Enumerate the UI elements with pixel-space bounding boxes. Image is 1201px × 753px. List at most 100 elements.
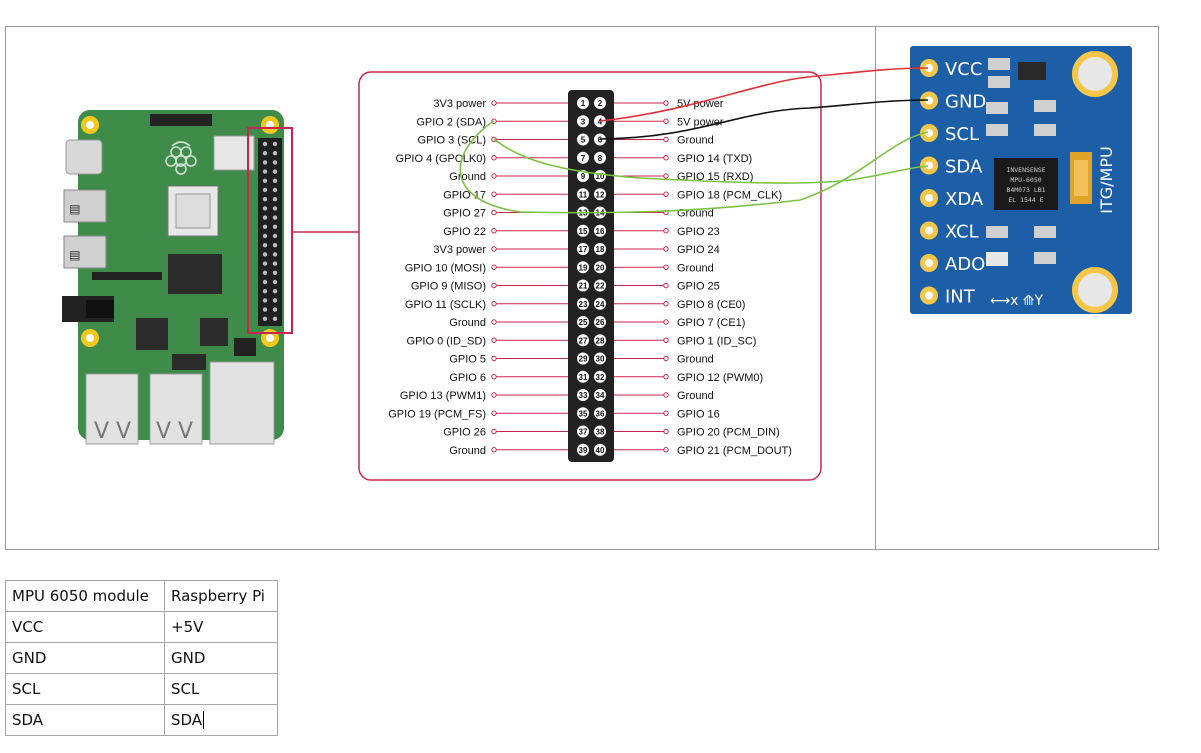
header-left-label: GPIO 4 (GPCLK0) — [396, 153, 486, 165]
module-pin-label: XCL — [945, 222, 979, 243]
wiring-diagram: ▤ ▤ V V V V 3V3 power 1 2 5V powerGPIO 2… — [5, 26, 1159, 550]
table-cell-editing[interactable]: SDA — [164, 704, 278, 736]
pin-number-right: 24 — [596, 300, 605, 309]
pin-number-right: 34 — [596, 391, 605, 400]
pin-number-right: 32 — [596, 373, 605, 382]
table-cell: SDA — [5, 704, 165, 736]
pin-number-left: 29 — [579, 355, 588, 364]
header-left-label: GPIO 19 (PCM_FS) — [388, 408, 486, 420]
pin-number-right: 18 — [596, 245, 605, 254]
pin-endpoint-left — [491, 228, 497, 234]
header-right-label: GPIO 18 (PCM_CLK) — [677, 189, 782, 201]
header-left-label: GPIO 5 — [449, 354, 486, 366]
pin-endpoint-right — [663, 155, 669, 161]
module-pin-label: INT — [945, 287, 976, 308]
pin-endpoint-right — [663, 136, 669, 143]
pin-endpoint-right — [663, 264, 669, 270]
pin-endpoint-left — [491, 447, 497, 453]
pin-endpoint-left — [491, 246, 497, 252]
pin-endpoint-left — [491, 319, 497, 325]
raspberry-pi-board: ▤ ▤ V V V V — [62, 110, 293, 445]
pin-endpoint-left — [491, 264, 497, 270]
header-right-label: 5V power — [677, 98, 724, 110]
pin-endpoint-right — [663, 228, 669, 234]
pin-number-left: 35 — [579, 409, 588, 418]
pin-number-right: 12 — [596, 190, 605, 199]
pin-endpoint-left — [491, 209, 497, 216]
header-right-label: GPIO 23 — [677, 226, 720, 238]
pin-number-left: 1 — [581, 99, 586, 108]
pin-endpoint-left — [491, 191, 497, 197]
pin-number-right: 20 — [596, 263, 605, 272]
pin-endpoint-right — [663, 337, 669, 343]
pin-endpoint-left — [491, 410, 497, 416]
gpio-header-strip — [258, 138, 282, 326]
pin-number-right: 28 — [596, 336, 605, 345]
pin-number-left: 27 — [579, 336, 588, 345]
table-cell: GND — [5, 642, 165, 674]
pin-number-left: 5 — [581, 136, 586, 145]
table-row: SDA SDA — [5, 704, 278, 736]
header-right-label: Ground — [677, 135, 714, 147]
pin-number-left: 19 — [579, 263, 588, 272]
module-pin-label: XDA — [945, 189, 984, 210]
header-left-label: GPIO 2 (SDA) — [416, 116, 486, 128]
svg-text:V V: V V — [94, 419, 131, 444]
table-cell: SCL — [164, 673, 278, 705]
pin-number-left: 17 — [579, 245, 588, 254]
module-pin-label: VCC — [945, 59, 982, 80]
pin-endpoint-right — [663, 355, 669, 362]
pin-endpoint-left — [491, 301, 497, 307]
table-cell: +5V — [164, 611, 278, 643]
header-right-label: GPIO 21 (PCM_DOUT) — [677, 445, 792, 457]
header-right-label: Ground — [677, 262, 714, 274]
module-pin-label: SDA — [945, 157, 983, 178]
pin-endpoint-right — [663, 282, 669, 289]
pin-endpoint-left — [491, 173, 497, 179]
module-pin-label: ADO — [945, 254, 985, 275]
header-left-label: 3V3 power — [433, 244, 486, 256]
pin-endpoint-left — [491, 355, 497, 362]
header-left-label: GPIO 6 — [449, 372, 486, 384]
pin-number-right: 8 — [598, 154, 603, 163]
pin-endpoint-right — [663, 447, 669, 453]
table-cell-text: SDA — [171, 710, 203, 729]
pin-endpoint-right — [663, 100, 669, 106]
pin-number-left: 37 — [579, 428, 588, 437]
pin-endpoint-right — [663, 301, 669, 307]
connection-table: MPU 6050 module Raspberry Pi VCC +5V GND… — [5, 580, 278, 736]
pin-number-left: 15 — [579, 227, 588, 236]
axis-arrows-icon: ⟷x ⟰Y — [990, 293, 1044, 309]
pin-endpoint-right — [663, 319, 669, 325]
header-left-label: Ground — [449, 317, 486, 329]
module-pin-label: SCL — [945, 124, 979, 145]
module-pin-label: GND — [945, 92, 986, 113]
table-cell: Raspberry Pi — [164, 580, 278, 612]
pin-endpoint-right — [663, 246, 669, 252]
header-right-label: GPIO 25 — [677, 281, 720, 293]
svg-text:▤: ▤ — [70, 245, 80, 264]
pin-number-right: 6 — [598, 136, 603, 145]
module-side-label: ITG/MPU — [1097, 146, 1116, 213]
gpio-header-body — [568, 90, 614, 462]
header-left-label: GPIO 27 — [443, 208, 486, 220]
chip-marking: MPU-6050 — [1010, 176, 1041, 184]
pin-number-right: 36 — [596, 409, 605, 418]
svg-text:▤: ▤ — [70, 199, 80, 218]
header-left-label: 3V3 power — [433, 98, 486, 110]
header-right-label: GPIO 20 (PCM_DIN) — [677, 427, 780, 439]
pin-endpoint-right — [663, 173, 669, 179]
pin-number-left: 33 — [579, 391, 588, 400]
pin-number-left: 3 — [581, 117, 586, 126]
chip-marking: B4M073 LB1 — [1006, 186, 1045, 194]
header-left-label: Ground — [449, 171, 486, 183]
table-row: GND GND — [5, 642, 278, 674]
pin-number-left: 9 — [581, 172, 586, 181]
chip-marking: EL 1544 E — [1008, 196, 1043, 204]
pin-number-left: 21 — [579, 282, 588, 291]
table-row: VCC +5V — [5, 611, 278, 643]
pin-number-right: 26 — [596, 318, 605, 327]
pin-number-right: 38 — [596, 428, 605, 437]
header-left-label: GPIO 26 — [443, 427, 486, 439]
header-right-label: Ground — [677, 354, 714, 366]
